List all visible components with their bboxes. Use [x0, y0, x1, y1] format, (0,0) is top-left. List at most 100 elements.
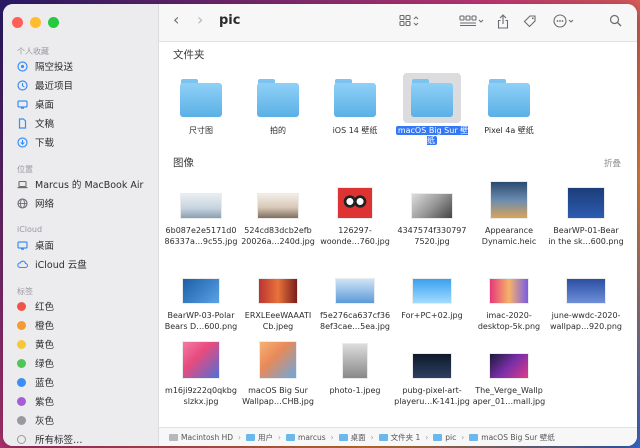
search-button[interactable] — [609, 14, 622, 30]
image-file-item[interactable]: Appearance Dynamic.heic — [470, 182, 548, 247]
folder-label: Pixel 4a 壁纸 — [484, 126, 534, 135]
image-file-name: 4347574f330797 7520.jpg — [393, 225, 471, 247]
sidebar-item-airdrop[interactable]: 隔空投送 — [17, 57, 73, 75]
sidebar-item-desktop[interactable]: 桌面 — [17, 95, 54, 113]
image-file-item[interactable]: ERXLEeeWAAATI Cb.jpeg — [239, 267, 317, 332]
sidebar-tag-item[interactable]: 黄色 — [17, 335, 54, 353]
sidebar-tag-item[interactable]: 灰色 — [17, 411, 54, 429]
share-button[interactable] — [497, 14, 509, 32]
file-name-line: woonde…760.jpg — [320, 237, 390, 246]
image-thumbnail — [490, 279, 528, 303]
sidebar-tag-item[interactable]: 所有标签… — [17, 430, 83, 446]
sidebar-tag-item[interactable]: 蓝色 — [17, 373, 54, 391]
tag-button[interactable] — [523, 14, 537, 31]
file-name-line: 4347574f330797 — [397, 226, 467, 235]
disk-icon — [169, 433, 178, 441]
image-file-item[interactable]: For+PC+02.jpg — [393, 267, 471, 321]
zoom-button[interactable] — [48, 17, 59, 28]
file-name-line: 20026a…240d.jpg — [241, 237, 315, 246]
sidebar-tag-item[interactable]: 紫色 — [17, 392, 54, 410]
path-segment[interactable]: macOS Big Sur 壁纸 — [469, 432, 555, 443]
image-file-item[interactable]: m16ji9z22q0qkbg slzkx.jpg — [162, 342, 240, 407]
sidebar-tag-item[interactable]: 橙色 — [17, 316, 54, 334]
image-file-item[interactable]: june-wwdc-2020- wallpap…920.png — [547, 267, 625, 332]
sidebar-item-downloads[interactable]: 下载 — [17, 133, 54, 151]
sidebar-item-network[interactable]: 网络 — [17, 194, 54, 212]
folder-label: macOS Big Sur 壁纸 — [395, 126, 469, 145]
sidebar-item-label: 紫色 — [35, 397, 55, 408]
icon-view-button[interactable] — [399, 14, 421, 31]
globe-icon — [17, 197, 28, 209]
folder-item[interactable]: Pixel 4a 壁纸 — [472, 79, 546, 136]
folder-item[interactable]: 拍的 — [241, 79, 315, 136]
path-segment[interactable]: 用户 — [246, 432, 273, 443]
back-button[interactable]: ‹ — [173, 10, 179, 29]
path-bar: Macintosh HD › 用户 › marcus › 桌面 › 文件夹 1 › pic › macO… — [159, 427, 637, 446]
finder-window: 个人收藏 隔空投送 最近项目 桌面 文稿 下载 位置 Marcus 的 MacB… — [3, 4, 637, 446]
image-file-name: For+PC+02.jpg — [393, 310, 471, 321]
image-file-item[interactable]: f5e276ca637cf36 8ef3cae…5ea.jpg — [316, 267, 394, 332]
sidebar-item-documents[interactable]: 文稿 — [17, 114, 54, 132]
image-file-item[interactable]: 524cd83dcb2efb 20026a…240d.jpg — [239, 182, 317, 247]
sidebar-item-recents[interactable]: 最近项目 — [17, 76, 73, 94]
folder-item-selected[interactable]: macOS Big Sur 壁纸 — [395, 73, 469, 146]
file-name-line: pubg-pixel-art- — [402, 386, 462, 395]
sidebar-item-label: 网络 — [35, 199, 55, 210]
image-file-name: ERXLEeeWAAATI Cb.jpeg — [239, 310, 317, 332]
favorites-heading: 个人收藏 — [17, 47, 49, 56]
image-thumbnail — [258, 194, 298, 218]
file-name-line: The_Verge_Wallp — [475, 386, 543, 395]
sidebar-item-label: 黄色 — [35, 340, 55, 351]
sidebar-item-icloud-desktop[interactable]: 桌面 — [17, 236, 54, 254]
path-segment[interactable]: 桌面 — [338, 432, 366, 443]
sidebar-item-macbook[interactable]: Marcus 的 MacBook Air — [17, 175, 143, 193]
folder-icon — [257, 83, 299, 117]
path-segment[interactable]: 文件夹 1 — [378, 432, 420, 443]
cloud-icon — [17, 259, 29, 270]
sidebar-item-label: 下载 — [35, 138, 55, 149]
main-pane: ‹ › pic 文件夹 尺寸图 拍的 iOS 14 壁纸 macOS Big S… — [159, 4, 637, 446]
sidebar-item-label: 绿色 — [35, 359, 55, 370]
collapse-button[interactable]: 折叠 — [604, 157, 621, 169]
group-button[interactable] — [459, 14, 485, 31]
folder-icon — [286, 433, 296, 441]
file-name-line: desktop-5k.png — [477, 322, 541, 331]
image-file-item[interactable]: photo-1.jpeg — [316, 342, 394, 396]
image-thumbnail — [336, 279, 374, 303]
image-file-item[interactable]: pubg-pixel-art-playeru…K-141.jpg — [393, 342, 471, 407]
image-file-item[interactable]: BearWP-01-Bear in the sk…600.png — [547, 182, 625, 247]
image-file-item[interactable]: macOS Big Sur Wallpap…CHB.jpg — [239, 342, 317, 407]
folder-icon — [334, 83, 376, 117]
sidebar-tag-item[interactable]: 红色 — [17, 297, 54, 315]
folder-icon — [488, 83, 530, 117]
path-segment[interactable]: Macintosh HD — [169, 433, 233, 442]
image-file-item[interactable]: The_Verge_Wallp aper_01…mall.jpg — [470, 342, 548, 407]
image-file-name: imac-2020- desktop-5k.png — [470, 310, 548, 332]
sidebar-tag-item[interactable]: 绿色 — [17, 354, 54, 372]
minimize-button[interactable] — [30, 17, 41, 28]
image-file-item[interactable]: BearWP-03-Polar Bears D…600.png — [162, 267, 240, 332]
path-segment[interactable]: pic — [433, 433, 456, 442]
image-file-item[interactable]: 4347574f330797 7520.jpg — [393, 182, 471, 247]
forward-button[interactable]: › — [197, 10, 203, 29]
sidebar: 个人收藏 隔空投送 最近项目 桌面 文稿 下载 位置 Marcus 的 MacB… — [3, 4, 159, 446]
path-segment[interactable]: marcus — [286, 433, 326, 442]
close-button[interactable] — [12, 17, 23, 28]
file-name-line: For+PC+02.jpg — [401, 311, 463, 320]
image-file-item[interactable]: 126297- woonde…760.jpg — [316, 182, 394, 247]
more-actions-button[interactable] — [553, 14, 577, 31]
file-name-line: Bears D…600.png — [164, 322, 238, 331]
image-thumbnail — [259, 279, 297, 303]
sidebar-item-icloud-drive[interactable]: iCloud 云盘 — [17, 255, 87, 273]
tag-color-icon — [17, 358, 26, 368]
desktop-icon — [17, 240, 28, 251]
image-file-item[interactable]: 6b087e2e5171d0 86337a…9c55.jpg — [162, 182, 240, 247]
image-file-item[interactable]: imac-2020- desktop-5k.png — [470, 267, 548, 332]
folder-icon — [411, 83, 453, 117]
folder-item[interactable]: 尺寸图 — [164, 79, 238, 136]
image-file-name: photo-1.jpeg — [316, 385, 394, 396]
group-icon — [459, 15, 484, 27]
folder-item[interactable]: iOS 14 壁纸 — [318, 79, 392, 136]
file-name-line: aper_01…mall.jpg — [472, 397, 546, 406]
folder-label: iOS 14 壁纸 — [332, 126, 378, 135]
